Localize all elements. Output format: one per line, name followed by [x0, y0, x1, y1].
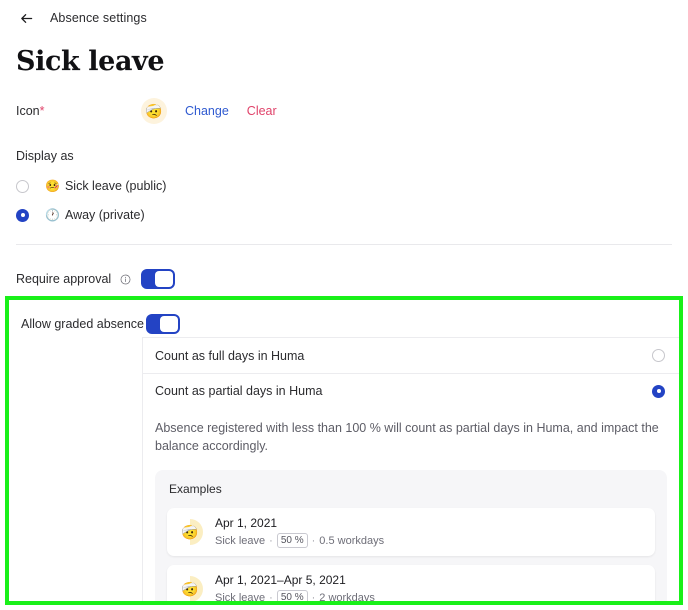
meta-separator: · — [311, 591, 316, 602]
example-type: Sick leave — [215, 591, 266, 602]
require-approval-label-text: Require approval — [16, 272, 112, 286]
sick-leave-emoji-icon: 🤕 — [181, 524, 199, 540]
breadcrumb[interactable]: Absence settings — [50, 11, 147, 25]
allow-graded-absence-toggle[interactable] — [146, 314, 180, 334]
graded-absence-help-text: Absence registered with less than 100 % … — [155, 421, 659, 453]
icon-label-text: Icon — [16, 104, 40, 118]
graded-options-panel: Count as full days in Huma Count as part… — [142, 337, 679, 601]
example-meta: Sick leave · 50 % · 2 workdays — [215, 590, 375, 601]
radio-count-partial-days[interactable] — [652, 384, 665, 398]
example-percent-badge: 50 % — [276, 533, 308, 548]
graded-absence-section: Allow graded absence Count as full days … — [9, 300, 679, 601]
display-as-label: Display as — [16, 149, 74, 163]
required-asterisk: * — [39, 104, 45, 118]
display-as-radio-group: 🤒 Sick leave (public) 🕐 Away (private) — [0, 175, 688, 226]
display-as-option-public[interactable]: 🤒 Sick leave (public) — [16, 175, 688, 197]
require-approval-row: Require approval — [16, 267, 688, 291]
meta-separator: · — [269, 534, 273, 547]
radio-public[interactable] — [16, 179, 29, 193]
example-item: 🤕 Apr 1, 2021–Apr 5, 2021 Sick leave · 5… — [167, 565, 655, 601]
example-date: Apr 1, 2021–Apr 5, 2021 — [215, 573, 346, 587]
allow-graded-absence-label: Allow graded absence — [21, 317, 144, 331]
example-text-block: Apr 1, 2021 Sick leave · 50 % · 0.5 work… — [215, 516, 384, 548]
require-approval-label: Require approval — [16, 272, 141, 286]
example-type: Sick leave — [215, 534, 266, 547]
example-percent-badge: 50 % — [276, 590, 308, 601]
option-count-full-days[interactable]: Count as full days in Huma — [143, 338, 679, 373]
radio-count-full-days[interactable] — [652, 349, 665, 362]
toggle-knob — [155, 271, 173, 287]
display-as-option-public-label: Sick leave (public) — [64, 179, 167, 193]
allow-graded-absence-row: Allow graded absence — [21, 312, 679, 336]
icon-field-label: Icon* — [16, 104, 141, 118]
meta-separator: · — [311, 534, 316, 547]
absence-emoji-icon[interactable]: 🤕 — [141, 98, 167, 124]
meta-separator: · — [269, 591, 273, 602]
example-date: Apr 1, 2021 — [215, 516, 278, 530]
example-item: 🤕 Apr 1, 2021 Sick leave · 50 % · 0.5 wo… — [167, 508, 655, 556]
arrow-left-icon[interactable] — [16, 8, 36, 28]
page-title: Sick leave — [16, 46, 165, 77]
examples-card: Examples 🤕 Apr 1, 2021 Sick leave · 50 % — [155, 470, 667, 601]
icon-field-row: Icon* 🤕 Change Clear — [16, 97, 688, 125]
change-icon-button[interactable]: Change — [185, 104, 229, 118]
radio-private[interactable] — [16, 208, 29, 222]
display-as-option-private[interactable]: 🕐 Away (private) — [16, 204, 688, 226]
toggle-knob — [160, 316, 178, 332]
top-bar: Absence settings — [0, 0, 688, 30]
clear-icon-button[interactable]: Clear — [247, 104, 277, 118]
section-divider — [16, 244, 672, 245]
example-meta: Sick leave · 50 % · 0.5 workdays — [215, 533, 384, 548]
display-as-option-private-label: Away (private) — [64, 208, 145, 222]
sick-leave-emoji-icon: 🤒 — [45, 179, 60, 193]
option-count-full-days-label: Count as full days in Huma — [155, 348, 305, 363]
examples-title: Examples — [169, 482, 222, 496]
require-approval-toggle[interactable] — [141, 269, 175, 289]
example-duration: 2 workdays — [319, 591, 375, 602]
example-duration: 0.5 workdays — [319, 534, 385, 547]
absence-settings-page: Absence settings Sick leave Icon* 🤕 Chan… — [0, 0, 688, 610]
option-count-partial-days-label: Count as partial days in Huma — [155, 384, 323, 398]
example-avatar: 🤕 — [177, 519, 203, 545]
highlight-region: Allow graded absence Count as full days … — [5, 296, 683, 605]
away-clock-emoji-icon: 🕐 — [45, 208, 60, 222]
option-count-partial-days[interactable]: Count as partial days in Huma — [143, 373, 679, 408]
example-avatar: 🤕 — [177, 576, 203, 601]
example-text-block: Apr 1, 2021–Apr 5, 2021 Sick leave · 50 … — [215, 573, 375, 601]
info-circle-icon[interactable] — [120, 274, 131, 285]
sick-leave-emoji-icon: 🤕 — [181, 581, 199, 597]
